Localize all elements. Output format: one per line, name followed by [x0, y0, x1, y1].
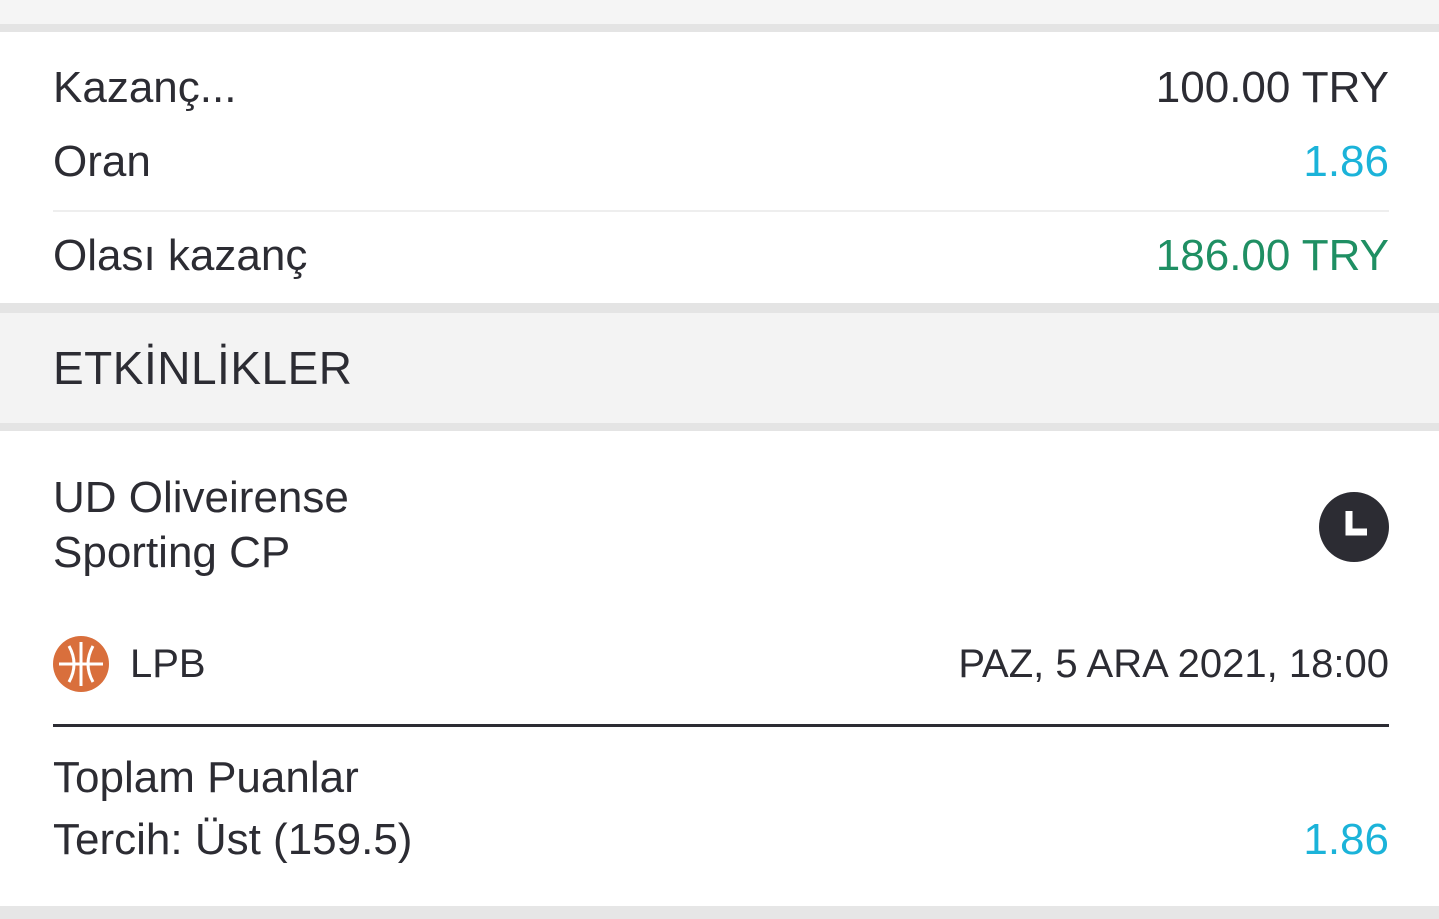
selection-label: Tercih: Üst (159.5): [53, 815, 413, 864]
stake-row: Kazanç... 100.00 TRY: [53, 62, 1389, 114]
selection-row: Tercih: Üst (159.5) 1.86: [53, 814, 1389, 866]
stake-label: Kazanç...: [53, 63, 237, 112]
potential-win-value: 186.00 TRY: [1155, 231, 1389, 280]
divider: [0, 423, 1439, 431]
divider: [0, 24, 1439, 32]
top-strip: [0, 0, 1439, 24]
odds-label: Oran: [53, 137, 151, 186]
league-info: LPB: [53, 636, 206, 692]
events-section-title: ETKİNLİKLER: [53, 342, 353, 394]
selection-odds: 1.86: [1303, 815, 1389, 864]
clock-icon: [1319, 492, 1389, 562]
league-name: LPB: [130, 641, 206, 686]
bet-slip-page: Kazanç... 100.00 TRY Oran 1.86 Olası kaz…: [0, 0, 1439, 919]
home-team: UD Oliveirense: [53, 473, 349, 522]
market-name: Toplam Puanlar: [53, 753, 359, 802]
potential-win-label: Olası kazanç: [53, 231, 308, 280]
basketball-icon: [53, 636, 109, 692]
divider: [0, 303, 1439, 313]
odds-value: 1.86: [1303, 137, 1389, 186]
potential-win-row: Olası kazanç 186.00 TRY: [53, 230, 1389, 282]
bottom-strip: [0, 906, 1439, 919]
stake-value: 100.00 TRY: [1155, 63, 1389, 112]
event-datetime: PAZ, 5 ARA 2021, 18:00: [958, 641, 1389, 686]
league-row: LPB PAZ, 5 ARA 2021, 18:00: [53, 636, 1389, 692]
event-divider: [53, 724, 1389, 727]
bet-summary-card: Kazanç... 100.00 TRY Oran 1.86 Olası kaz…: [0, 32, 1439, 303]
odds-row: Oran 1.86: [53, 136, 1389, 188]
events-section-header: ETKİNLİKLER: [0, 313, 1439, 423]
summary-divider: [53, 210, 1389, 212]
away-team: Sporting CP: [53, 528, 291, 577]
